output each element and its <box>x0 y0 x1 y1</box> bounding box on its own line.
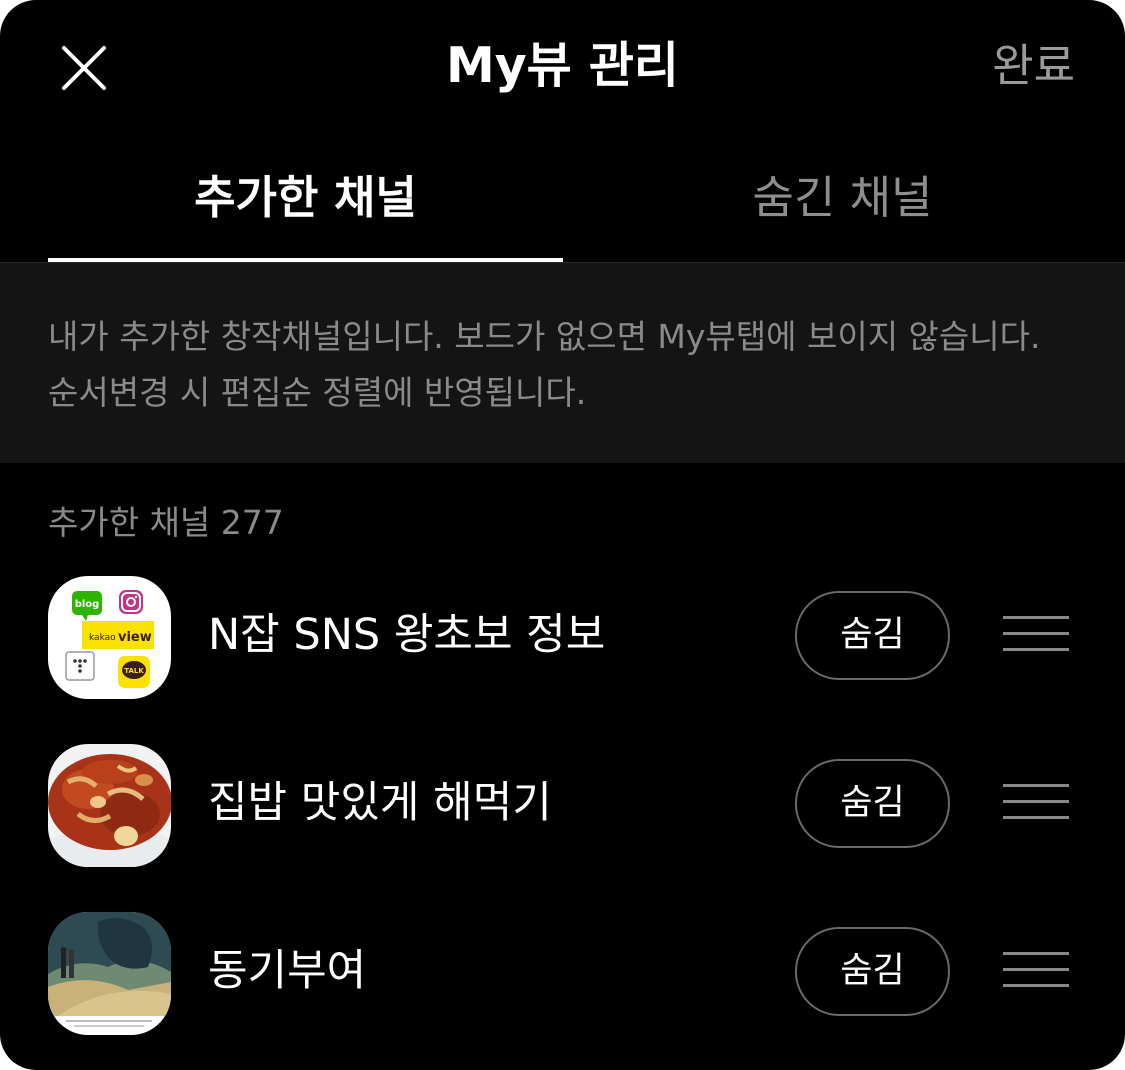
talk-icon: TALK <box>124 667 144 675</box>
channel-name: N잡 SNS 왕초보 정보 <box>208 610 606 660</box>
tab-bar: 추가한 채널 숨긴 채널 <box>0 134 1125 263</box>
tab-label: 추가한 채널 <box>194 171 417 224</box>
notice-text: 내가 추가한 창작채널입니다. 보드가 없으면 My뷰탭에 보이지 않습니다. … <box>48 317 1041 412</box>
tab-hidden-channels[interactable]: 숨긴 채널 <box>585 134 1100 263</box>
hide-button[interactable]: 숨김 <box>795 591 950 680</box>
hide-button[interactable]: 숨김 <box>795 927 950 1016</box>
hide-button[interactable]: 숨김 <box>795 759 950 848</box>
drag-handle-icon[interactable] <box>1003 784 1069 820</box>
channel-name: 집밥 맛있게 해먹기 <box>208 778 552 828</box>
channel-row: blog kakao view TALK N잡 SNS 왕초보 정보 숨김 <box>0 573 1125 741</box>
kakao-label: kakao <box>89 633 116 643</box>
tab-added-channels[interactable]: 추가한 채널 <box>48 134 563 263</box>
drag-handle-icon[interactable] <box>1003 616 1069 652</box>
header: My뷰 관리 완료 <box>0 0 1125 134</box>
tab-label: 숨긴 채널 <box>752 171 933 224</box>
my-view-manage-screen: My뷰 관리 완료 추가한 채널 숨긴 채널 내가 추가한 창작채널입니다. 보… <box>0 0 1125 1070</box>
channel-row: 동기부여 숨김 <box>0 909 1125 1070</box>
channel-count-label: 추가한 채널 277 <box>48 503 284 542</box>
page-title: My뷰 관리 <box>445 37 679 94</box>
notice-box: 내가 추가한 창작채널입니다. 보드가 없으면 My뷰탭에 보이지 않습니다. … <box>0 263 1125 463</box>
done-button[interactable]: 완료 <box>992 36 1075 96</box>
channel-thumbnail <box>48 912 171 1035</box>
drag-handle-icon[interactable] <box>1003 952 1069 988</box>
channel-thumbnail <box>48 744 171 867</box>
channel-row: 집밥 맛있게 해먹기 숨김 <box>0 741 1125 909</box>
channel-thumbnail: blog kakao view TALK <box>48 576 171 699</box>
view-label: view <box>118 630 152 645</box>
blog-icon: blog <box>75 599 100 610</box>
channel-name: 동기부여 <box>208 946 367 996</box>
